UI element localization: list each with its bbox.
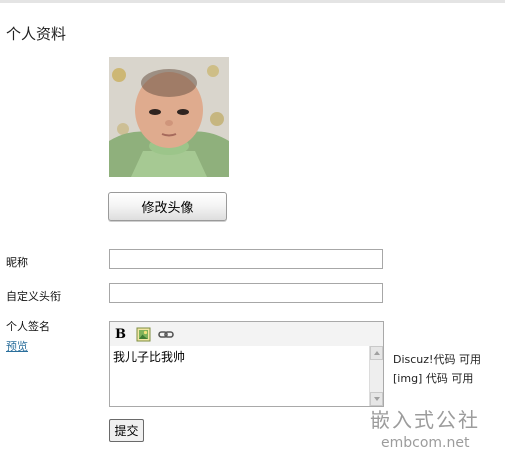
discuz-code-help: Discuz!代码 可用 (393, 353, 481, 366)
signature-textarea[interactable]: 我儿子比我帅 (110, 346, 368, 406)
scroll-up-arrow-icon[interactable] (370, 346, 383, 360)
change-avatar-button[interactable]: 修改头像 (108, 192, 227, 221)
watermark-logo: 嵌入式公社 (370, 408, 480, 432)
nickname-field[interactable] (109, 249, 383, 269)
insert-image-icon[interactable] (136, 327, 152, 342)
submit-button[interactable]: 提交 (109, 419, 144, 442)
nickname-label: 昵称 (6, 256, 28, 269)
custom-title-field[interactable] (109, 283, 383, 303)
editor-scrollbar[interactable] (369, 346, 383, 406)
avatar-photo (109, 57, 229, 177)
preview-link[interactable]: 预览 (6, 338, 28, 354)
bold-icon[interactable]: B (115, 327, 131, 342)
signature-label: 个人签名 (6, 320, 50, 333)
avatar (109, 57, 229, 177)
editor-toolbar: B (110, 322, 383, 346)
watermark-site: embcom.net (381, 435, 470, 451)
top-border (0, 0, 505, 3)
insert-link-icon[interactable] (158, 327, 174, 342)
img-code-help: [img] 代码 可用 (393, 372, 474, 385)
signature-editor: B 我儿子比我帅 (109, 321, 384, 407)
page-title: 个人资料 (6, 25, 67, 43)
custom-title-label: 自定义头衔 (6, 290, 61, 303)
